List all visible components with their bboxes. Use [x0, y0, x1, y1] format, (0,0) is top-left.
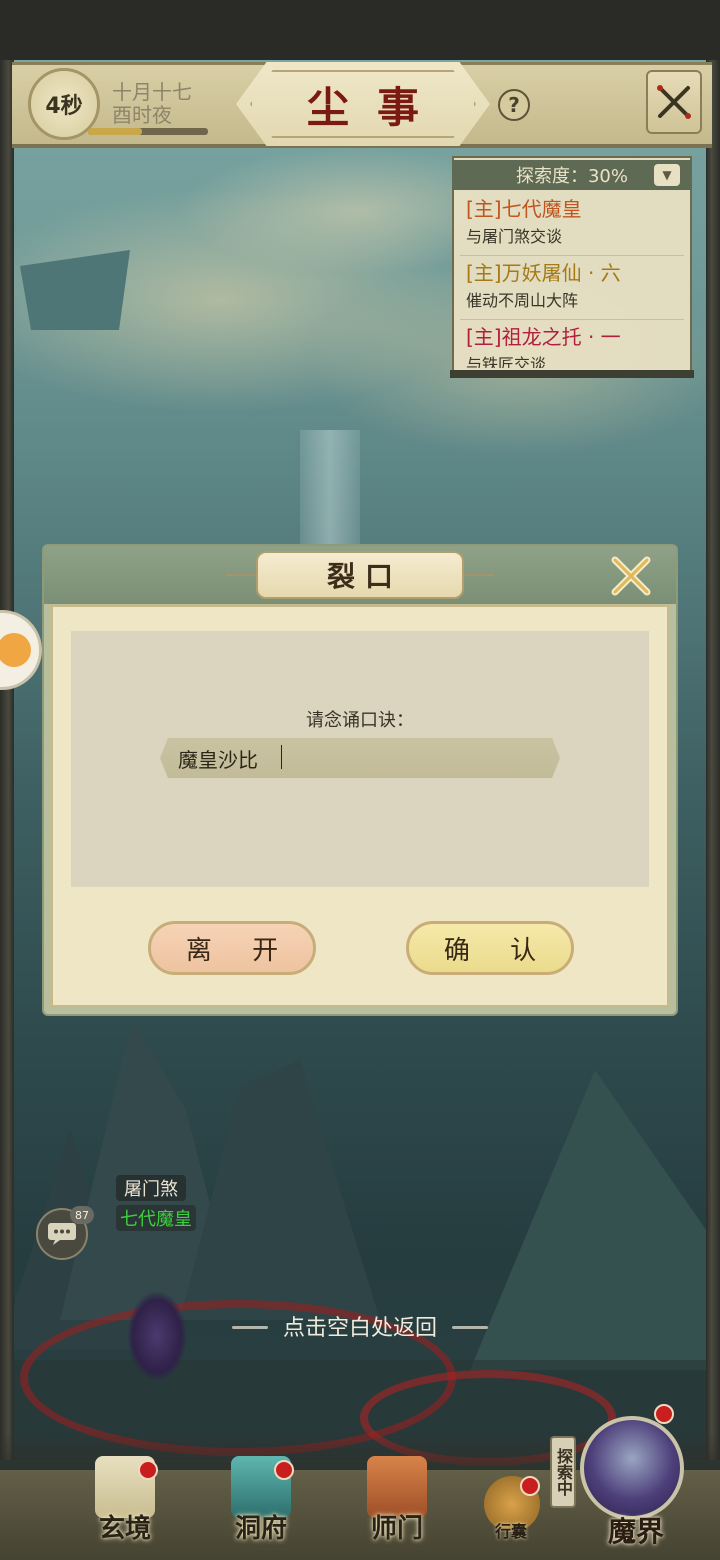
- quest-list[interactable]: [主]七代魔皇 与屠门煞交谈 [主]万妖屠仙 · 六 催动不周山大阵 [主]祖龙…: [460, 192, 684, 368]
- mountain-peak: [470, 1070, 720, 1370]
- nav-item-shimen[interactable]: 师门: [342, 1456, 452, 1556]
- frame-right: [706, 60, 720, 1460]
- npc-name-label[interactable]: 屠门煞: [116, 1175, 186, 1201]
- quest-item[interactable]: [主]祖龙之托 · 一 与铁匠交谈: [460, 320, 684, 368]
- chevron-down-icon: ▼: [662, 168, 672, 182]
- close-icon: [657, 85, 691, 119]
- tap-blank-to-return-hint: 点击空白处返回: [282, 1316, 437, 1341]
- nav-item-xuanjing[interactable]: 玄境: [70, 1456, 180, 1556]
- time-progress-fill: [88, 128, 142, 135]
- text-caret: [281, 745, 282, 769]
- collapse-quest-button[interactable]: ▼: [654, 164, 680, 186]
- gamepad-icon: [0, 633, 31, 667]
- realm-label: 魔界: [607, 1515, 664, 1548]
- notification-dot: [138, 1460, 158, 1480]
- nav-label: 玄境: [98, 1514, 151, 1544]
- incantation-input[interactable]: [160, 738, 560, 778]
- mountain-peak: [180, 1060, 380, 1320]
- quest-item[interactable]: [主]七代魔皇 与屠门煞交谈: [460, 192, 684, 256]
- leave-button[interactable]: 离 开: [148, 921, 316, 975]
- notification-dot: [520, 1476, 540, 1496]
- notification-dot: [274, 1460, 294, 1480]
- nav-item-dongfu[interactable]: 洞府: [206, 1456, 316, 1556]
- nav-label: 师门: [370, 1514, 423, 1544]
- demon-realm-button[interactable]: 探索中 魔界: [546, 1380, 706, 1550]
- title-ornament: [226, 574, 256, 576]
- player-name-label: 七代魔皇: [116, 1205, 196, 1231]
- bag-label: 行囊: [494, 1522, 527, 1541]
- notification-dot: [654, 1404, 674, 1424]
- quest-title: [主]七代魔皇: [466, 197, 582, 221]
- confirm-button[interactable]: 确 认: [406, 921, 574, 975]
- exploring-status-tag: 探索中: [550, 1436, 576, 1508]
- dialog-title: 裂口: [256, 551, 464, 599]
- close-icon: [611, 556, 651, 596]
- floating-cliff: [20, 250, 130, 330]
- quest-description: 与铁匠交谈: [466, 355, 547, 368]
- help-button[interactable]: ?: [498, 89, 530, 121]
- quest-panel-roller: [450, 370, 694, 378]
- chat-icon: [48, 1223, 76, 1245]
- quest-title: [主]万妖屠仙 · 六: [466, 261, 621, 285]
- dialog-close-button[interactable]: [606, 552, 656, 600]
- quest-title: [主]祖龙之托 · 一: [466, 325, 621, 349]
- player-character[interactable]: [112, 1270, 202, 1390]
- close-button[interactable]: [646, 70, 702, 134]
- quest-item[interactable]: [主]万妖屠仙 · 六 催动不周山大阵: [460, 256, 684, 320]
- page-title: 尘事: [306, 82, 447, 132]
- status-strip: [0, 0, 720, 60]
- incantation-prompt: 请念诵口诀：: [306, 710, 414, 731]
- frame-left: [0, 60, 14, 1460]
- title-ornament: [464, 574, 494, 576]
- quest-description: 催动不周山大阵: [466, 291, 579, 310]
- chat-count-badge: 87: [70, 1206, 94, 1224]
- inventory-bag-button[interactable]: 行囊: [476, 1474, 546, 1550]
- realm-portrait-icon: [580, 1416, 684, 1520]
- nav-label: 洞府: [234, 1514, 287, 1544]
- game-time-of-day: 酉时夜: [112, 103, 172, 127]
- quest-description: 与屠门煞交谈: [466, 227, 563, 246]
